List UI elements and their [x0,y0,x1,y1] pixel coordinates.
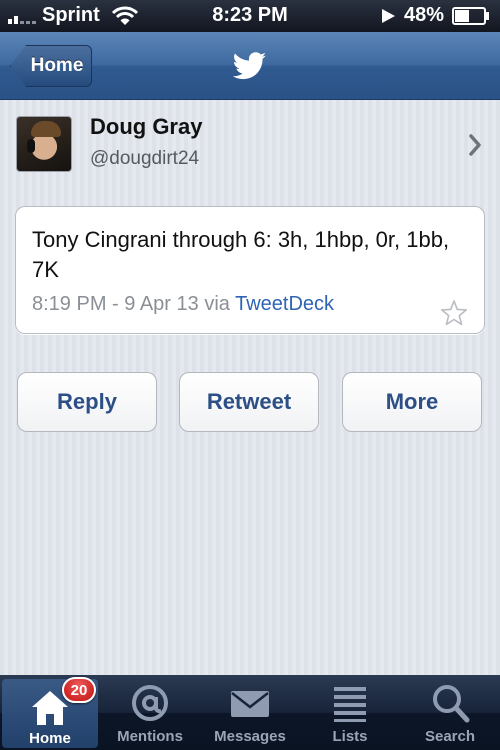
tab-messages[interactable]: Messages [200,675,300,750]
tab-home[interactable]: 20 Home [2,677,98,748]
profile-row[interactable]: Doug Gray @dougdirt24 [0,114,500,178]
list-icon [334,687,366,722]
tab-label-lists: Lists [332,728,368,745]
chevron-right-icon[interactable] [468,134,482,156]
tab-bar: 20 Home Mentions Messages Lists Search [0,675,500,750]
tab-label-mentions: Mentions [117,728,183,745]
star-icon[interactable] [440,299,468,327]
notification-badge: 20 [62,677,96,703]
tweet-meta: 8:19 PM - 9 Apr 13 via TweetDeck [32,293,334,316]
location-icon [381,8,395,23]
tab-search[interactable]: Search [400,675,500,750]
user-display-name: Doug Gray [90,114,203,139]
battery-percent: 48% [403,4,444,26]
tab-label-messages: Messages [214,728,286,745]
tab-lists[interactable]: Lists [300,675,400,750]
tweet-actions: Reply Retweet More [0,372,500,434]
status-bar: Sprint 8:23 PM 48% [0,0,500,32]
search-icon [433,685,470,723]
tab-label-home: Home [29,730,71,747]
tweet-text: Tony Cingrani through 6: 3h, 1hbp, 0r, 1… [32,227,450,282]
more-button[interactable]: More [342,372,482,432]
status-right: 48% [380,4,490,27]
tweet-timestamp: 8:19 PM - 9 Apr 13 [32,293,199,315]
tweet-detail-view: Doug Gray @dougdirt24 Tony Cingrani thro… [0,100,500,675]
via-prefix: via [204,293,230,315]
user-handle: @dougdirt24 [90,148,200,169]
twitter-bird-icon [233,52,266,80]
at-icon [132,685,168,721]
tweet-card: Tony Cingrani through 6: 3h, 1hbp, 0r, 1… [15,206,485,334]
via-app-link[interactable]: TweetDeck [235,293,334,315]
avatar[interactable] [16,116,72,172]
envelope-icon [231,691,269,717]
battery-icon [452,6,489,25]
tab-label-search: Search [424,728,476,745]
reply-button[interactable]: Reply [17,372,157,432]
retweet-button[interactable]: Retweet [179,372,319,432]
home-back-button[interactable]: Home [10,45,92,87]
tab-mentions[interactable]: Mentions [100,675,200,750]
